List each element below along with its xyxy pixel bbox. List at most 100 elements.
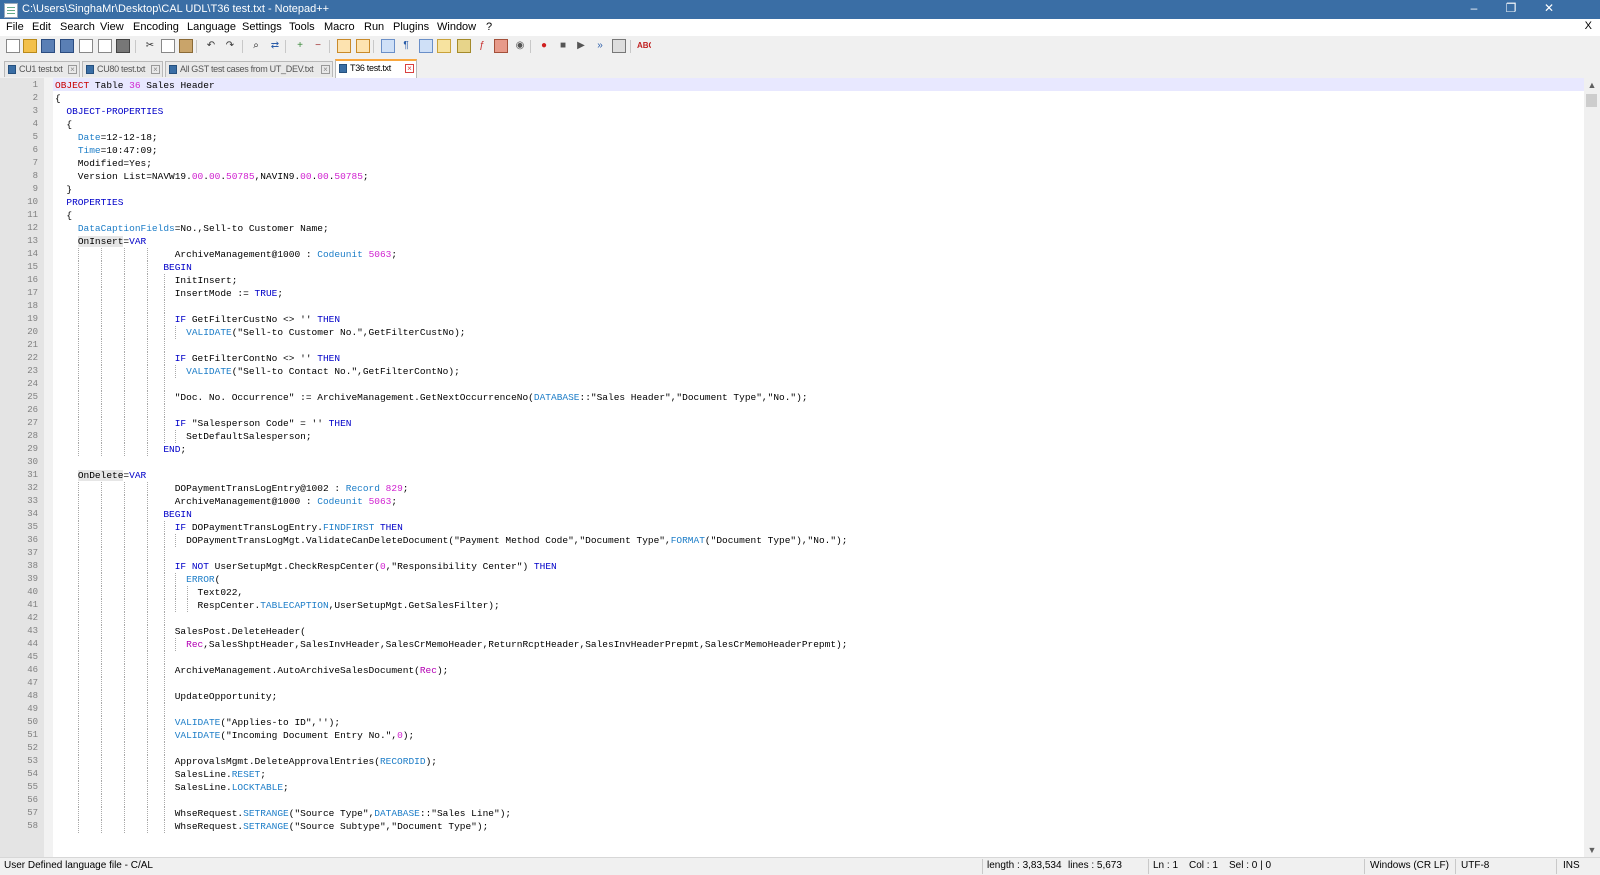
zoom-in-icon[interactable]: + (293, 39, 307, 53)
copy-icon[interactable] (161, 39, 175, 53)
find-icon[interactable]: ⌕ (249, 39, 263, 53)
new-file-icon[interactable] (6, 39, 20, 53)
menu-tools[interactable]: Tools (289, 21, 315, 33)
save-macro-icon[interactable] (612, 39, 626, 53)
code-line: 4 { (0, 118, 1584, 131)
sync-horizontal-icon[interactable] (356, 39, 370, 53)
save-all-icon[interactable] (60, 39, 74, 53)
minimize-button[interactable]: – (1455, 0, 1493, 19)
line-number: 7 (32, 158, 38, 168)
token: THEN (379, 522, 403, 533)
status-encoding[interactable]: UTF-8 (1461, 860, 1489, 871)
record-macro-icon[interactable]: ● (537, 39, 551, 53)
spell-check-icon[interactable]: ABC (637, 39, 651, 53)
function-list-icon[interactable]: ƒ (475, 39, 489, 53)
menu-macro[interactable]: Macro (324, 21, 355, 33)
indent-guide (77, 742, 79, 755)
scroll-down-icon[interactable]: ▼ (1587, 845, 1597, 855)
menu-search[interactable]: Search (60, 21, 95, 33)
line-number: 41 (27, 600, 38, 610)
line-number: 1 (32, 80, 38, 90)
code-line: 19 IF GetFilterCustNo <> '' THEN (0, 313, 1584, 326)
status-eol[interactable]: Windows (CR LF) (1370, 860, 1449, 871)
file-icon (86, 65, 94, 74)
tab-label: CU80 test.txt (97, 64, 146, 74)
code-text: RespCenter.TABLECAPTION,UserSetupMgt.Get… (55, 599, 500, 612)
menu-language[interactable]: Language (187, 21, 236, 33)
word-wrap-icon[interactable] (381, 39, 395, 53)
status-insert-mode[interactable]: INS (1563, 860, 1580, 871)
sync-vertical-icon[interactable] (337, 39, 351, 53)
replace-icon[interactable]: ⇄ (268, 39, 282, 53)
token: ); (402, 730, 415, 741)
close-icon[interactable] (79, 39, 93, 53)
indent-guide (100, 404, 102, 417)
tab-cu1[interactable]: CU1 test.txt × (4, 61, 80, 77)
close-tab-icon[interactable]: × (405, 64, 414, 73)
menu-plugins[interactable]: Plugins (393, 21, 429, 33)
close-tab-icon[interactable]: × (151, 65, 160, 74)
code-text: IF "Salesperson Code" = '' THEN (55, 417, 352, 430)
token: WhseRequest. (55, 821, 244, 832)
close-document-button[interactable]: X (1585, 20, 1592, 32)
print-icon[interactable] (116, 39, 130, 53)
token: ApprovalsMgmt.DeleteApprovalEntries( (55, 756, 380, 767)
status-lines: lines : 5,673 (1068, 860, 1122, 871)
menu-file[interactable]: File (6, 21, 24, 33)
token: Table (89, 80, 130, 91)
code-line: 38 IF NOT UserSetupMgt.CheckRespCenter(0… (0, 560, 1584, 573)
tab-cu80[interactable]: CU80 test.txt × (82, 61, 163, 77)
udl-icon[interactable] (437, 39, 451, 53)
line-number: 32 (27, 483, 38, 493)
token: 50785 (226, 171, 255, 182)
vertical-scrollbar[interactable]: ▲ ▼ (1584, 78, 1600, 857)
close-tab-icon[interactable]: × (68, 65, 77, 74)
menu-view[interactable]: View (100, 21, 124, 33)
scroll-thumb[interactable] (1586, 94, 1597, 107)
code-line: 3 OBJECT-PROPERTIES (0, 105, 1584, 118)
stop-macro-icon[interactable]: ■ (556, 39, 570, 53)
play-macro-icon[interactable]: ▶ (574, 39, 588, 53)
indent-guide (146, 404, 148, 417)
show-all-chars-icon[interactable]: ¶ (399, 39, 413, 53)
line-number: 2 (32, 93, 38, 103)
undo-icon[interactable]: ↶ (204, 39, 218, 53)
indent-guide-icon[interactable] (419, 39, 433, 53)
toolbar-separator (630, 40, 631, 53)
open-file-icon[interactable] (23, 39, 37, 53)
restore-button[interactable]: ❐ (1492, 0, 1530, 19)
save-icon[interactable] (41, 39, 55, 53)
menu-window[interactable]: Window (437, 21, 476, 33)
cut-icon[interactable]: ✂ (143, 39, 157, 53)
paste-icon[interactable] (179, 39, 193, 53)
menu-edit[interactable]: Edit (32, 21, 51, 33)
code-line: 56 (0, 794, 1584, 807)
folder-workspace-icon[interactable] (494, 39, 508, 53)
document-map-icon[interactable] (457, 39, 471, 53)
code-line: 21 (0, 339, 1584, 352)
menu-settings[interactable]: Settings (242, 21, 282, 33)
tab-t36-active[interactable]: T36 test.txt × (335, 59, 417, 78)
close-tab-icon[interactable]: × (321, 65, 330, 74)
editor-pane[interactable]: 1 OBJECT Table 36 Sales Header 2{3 OBJECT-… (0, 78, 1584, 857)
monitoring-icon[interactable]: ◉ (513, 39, 527, 53)
indent-guide (146, 547, 148, 560)
code-line: 26 (0, 404, 1584, 417)
file-icon (169, 65, 177, 74)
code-line: 35 IF DOPaymentTransLogEntry.FINDFIRST T… (0, 521, 1584, 534)
run-macro-multiple-icon[interactable]: » (593, 39, 607, 53)
zoom-out-icon[interactable]: − (311, 39, 325, 53)
menu-help[interactable]: ? (486, 21, 492, 33)
menu-encoding[interactable]: Encoding (133, 21, 179, 33)
token: SalesLine. (55, 782, 232, 793)
menu-run[interactable]: Run (364, 21, 384, 33)
token: =12-12-18; (100, 132, 158, 143)
tab-gst-test-cases[interactable]: All GST test cases from UT_DEV.txt × (165, 61, 333, 77)
close-window-button[interactable]: ✕ (1530, 0, 1568, 19)
close-all-icon[interactable] (98, 39, 112, 53)
indent-guide (123, 378, 125, 391)
scroll-up-icon[interactable]: ▲ (1587, 80, 1597, 90)
redo-icon[interactable]: ↷ (223, 39, 237, 53)
